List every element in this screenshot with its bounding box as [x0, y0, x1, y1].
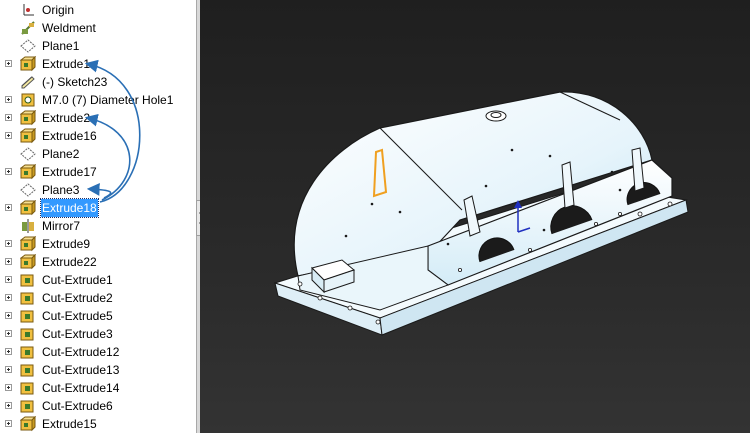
tree-item[interactable]: Plane3: [0, 181, 196, 199]
tree-item-label: Extrude1: [42, 57, 91, 71]
expand-icon[interactable]: [5, 312, 12, 319]
expand-icon[interactable]: [5, 132, 12, 139]
tree-item-label: Cut-Extrude13: [42, 363, 120, 377]
tree-item[interactable]: Extrude22: [0, 253, 196, 271]
tree-item[interactable]: Extrude18: [0, 198, 196, 218]
weldment-housing-model[interactable]: [200, 0, 750, 433]
tree-item[interactable]: Extrude17: [0, 163, 196, 181]
tree-item[interactable]: Extrude1: [0, 55, 196, 73]
tree-item[interactable]: Cut-Extrude1: [0, 271, 196, 289]
tree-item[interactable]: Weldment: [0, 19, 196, 37]
expand-icon[interactable]: [5, 60, 12, 67]
tree-item[interactable]: (-) Sketch23: [0, 73, 196, 91]
tree-item-label: Plane3: [42, 183, 80, 197]
extrude-icon: [19, 55, 37, 72]
expand-icon[interactable]: [5, 330, 12, 337]
cut-extrude-icon: [20, 326, 36, 342]
tree-item-label: (-) Sketch23: [42, 75, 108, 89]
expand-icon[interactable]: [5, 366, 12, 373]
extrude-icon: [19, 163, 37, 180]
cut-extrude-icon: [20, 308, 36, 324]
tree-item[interactable]: Extrude15: [0, 415, 196, 433]
cut-extrude-icon: [20, 272, 36, 288]
tree-item[interactable]: M7.0 (7) Diameter Hole1: [0, 91, 196, 109]
tree-item-label: Extrude2: [42, 111, 91, 125]
graphics-viewport[interactable]: [200, 0, 750, 433]
tree-item-label: Cut-Extrude5: [42, 309, 113, 323]
tree-item-label: Mirror7: [42, 219, 80, 233]
expand-icon[interactable]: [5, 276, 12, 283]
tree-item[interactable]: Origin: [0, 1, 196, 19]
tree-item[interactable]: Mirror7: [0, 217, 196, 235]
extrude-icon: [19, 235, 37, 252]
sketch-icon: [20, 74, 36, 90]
tree-item[interactable]: Cut-Extrude14: [0, 379, 196, 397]
tree-item[interactable]: Cut-Extrude6: [0, 397, 196, 415]
plane-icon: [20, 146, 36, 162]
extrude-icon: [19, 415, 37, 432]
tree-item-label: Extrude15: [42, 417, 97, 431]
mirror-icon: [20, 218, 36, 234]
tree-item-label: Extrude16: [42, 129, 97, 143]
tree-item-label: Cut-Extrude6: [42, 399, 113, 413]
hole-icon: [20, 92, 36, 108]
expand-icon[interactable]: [5, 96, 12, 103]
tree-item[interactable]: Plane2: [0, 145, 196, 163]
tree-item-label: Plane1: [42, 39, 80, 53]
extrude-icon: [19, 109, 37, 126]
cut-extrude-icon: [20, 362, 36, 378]
plane-icon: [20, 38, 36, 54]
cut-extrude-icon: [20, 344, 36, 360]
extrude-icon: [19, 253, 37, 270]
expand-icon[interactable]: [5, 114, 12, 121]
tree-item-label: Cut-Extrude1: [42, 273, 113, 287]
tree-item[interactable]: Extrude9: [0, 235, 196, 253]
expand-icon[interactable]: [5, 348, 12, 355]
extrude-icon: [19, 199, 37, 216]
origin-icon: [20, 2, 36, 18]
tree-item[interactable]: Extrude2: [0, 109, 196, 127]
tree-item-label: Weldment: [42, 21, 96, 35]
tree-item-label: Cut-Extrude12: [42, 345, 120, 359]
expand-icon[interactable]: [5, 402, 12, 409]
tree-item-label: Plane2: [42, 147, 80, 161]
tree-item[interactable]: Plane1: [0, 37, 196, 55]
tree-item[interactable]: Cut-Extrude2: [0, 289, 196, 307]
extrude-icon: [19, 127, 37, 144]
expand-icon[interactable]: [5, 204, 12, 211]
expand-icon[interactable]: [5, 294, 12, 301]
tree-item[interactable]: Cut-Extrude5: [0, 307, 196, 325]
expand-icon[interactable]: [5, 168, 12, 175]
cut-extrude-icon: [20, 380, 36, 396]
tree-item-label: Extrude22: [42, 255, 97, 269]
tree-item-label: Extrude17: [42, 165, 97, 179]
tree-item-label: Cut-Extrude2: [42, 291, 113, 305]
tree-item-label: M7.0 (7) Diameter Hole1: [42, 93, 174, 107]
tree-item-label: Extrude9: [42, 237, 91, 251]
expand-icon[interactable]: [5, 384, 12, 391]
tree-item-label: Cut-Extrude3: [42, 327, 113, 341]
expand-icon[interactable]: [5, 420, 12, 427]
feature-manager-tree: Origin Weldment Plane1 Extrude1 (-) Sketch23…: [0, 0, 196, 433]
cut-extrude-icon: [20, 398, 36, 414]
tree-item[interactable]: Extrude16: [0, 127, 196, 145]
tree-item[interactable]: Cut-Extrude12: [0, 343, 196, 361]
tree-item-label: Cut-Extrude14: [42, 381, 120, 395]
expand-icon[interactable]: [5, 240, 12, 247]
plane-icon: [20, 182, 36, 198]
expand-icon[interactable]: [5, 258, 12, 265]
cut-extrude-icon: [20, 290, 36, 306]
tree-item-label: Extrude18: [40, 198, 99, 218]
tree-item[interactable]: Cut-Extrude3: [0, 325, 196, 343]
tree-item-label: Origin: [42, 3, 75, 17]
weldment-icon: [20, 20, 36, 36]
tree-item[interactable]: Cut-Extrude13: [0, 361, 196, 379]
